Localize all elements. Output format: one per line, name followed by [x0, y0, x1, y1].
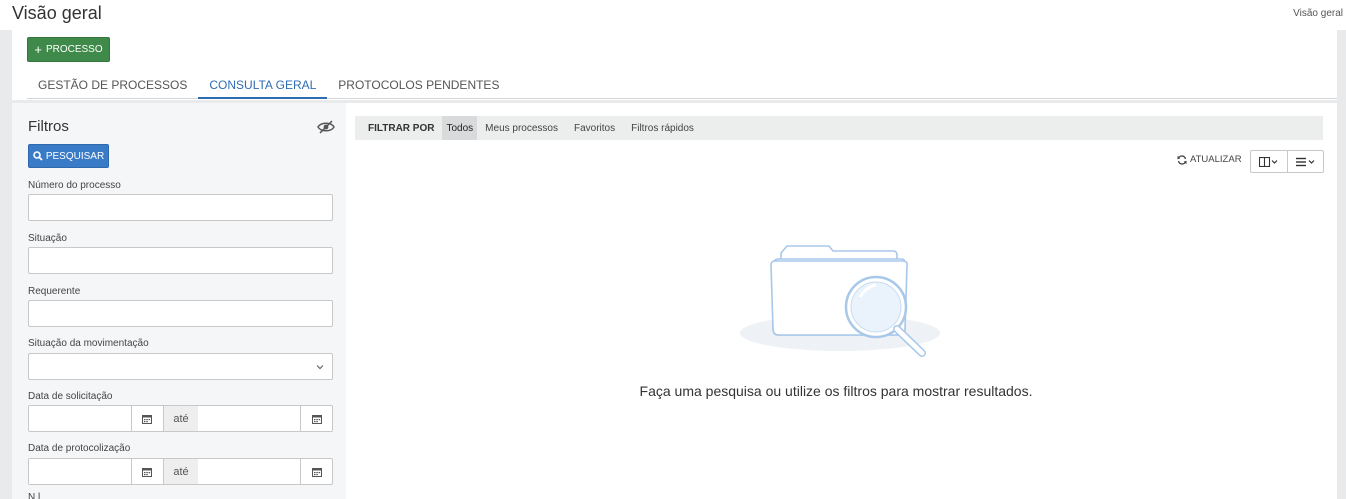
new-process-label: PROCESSO [45, 44, 103, 55]
list-icon [1295, 157, 1314, 166]
tab-bar: GESTÃO DE PROCESSOS CONSULTA GERAL PROTO… [27, 72, 1337, 99]
request-date-range: até [28, 405, 333, 432]
movement-situation-select[interactable] [28, 353, 333, 380]
filter-filtros-rapidos[interactable]: Filtros rápidos [623, 116, 702, 140]
main-card: Filtros PESQUISAR Número do processo Sit… [12, 103, 1337, 499]
calendar-icon[interactable] [300, 406, 332, 431]
situation-input[interactable] [28, 247, 333, 274]
applicant-input[interactable] [28, 300, 333, 327]
plus-icon: + [34, 42, 42, 57]
date-range-separator: até [162, 459, 199, 484]
page-title: Visão geral [12, 3, 102, 23]
tab-gestao-de-processos[interactable]: GESTÃO DE PROCESSOS [27, 72, 198, 99]
filter-todos[interactable]: Todos [442, 116, 478, 140]
calendar-icon[interactable] [131, 459, 163, 484]
chevron-down-icon [316, 365, 324, 370]
process-number-input[interactable] [28, 194, 333, 221]
request-date-label: Data de solicitação [28, 391, 113, 402]
empty-state-message: Faça uma pesquisa ou utilize os filtros … [639, 383, 1033, 399]
eye-slash-icon[interactable] [317, 120, 335, 134]
request-date-from-input[interactable] [29, 406, 131, 431]
applicant-label: Requerente [28, 286, 81, 297]
filter-by-bar: FILTRAR POR Todos Meus processos Favorit… [355, 116, 1323, 140]
protocol-date-to-input[interactable] [198, 459, 301, 484]
columns-toggle-button[interactable] [1251, 151, 1287, 172]
date-range-separator: até [162, 406, 199, 431]
protocol-date-label: Data de protocolização [28, 443, 131, 454]
tab-consulta-geral[interactable]: CONSULTA GERAL [198, 72, 328, 99]
next-filter-label: N l [28, 492, 41, 499]
search-button[interactable]: PESQUISAR [28, 144, 109, 168]
filters-panel: Filtros PESQUISAR Número do processo Sit… [12, 103, 346, 499]
protocol-date-range: até [28, 458, 333, 485]
view-options [1250, 150, 1324, 173]
movement-situation-label: Situação da movimentação [28, 338, 149, 349]
request-date-to-input[interactable] [198, 406, 301, 431]
tab-protocolos-pendentes[interactable]: PROTOCOLOS PENDENTES [327, 72, 510, 99]
new-process-button[interactable]: + PROCESSO [27, 37, 110, 62]
search-icon [33, 151, 43, 161]
protocol-date-from-input[interactable] [29, 459, 131, 484]
refresh-icon [1177, 154, 1187, 165]
top-bar: Visão geral Visão geral [0, 0, 1346, 30]
breadcrumb[interactable]: Visão geral [1293, 8, 1343, 19]
header-card: + PROCESSO GESTÃO DE PROCESSOS CONSULTA … [12, 30, 1337, 100]
calendar-icon[interactable] [131, 406, 163, 431]
filters-title: Filtros [28, 118, 69, 135]
columns-icon [1259, 156, 1278, 167]
filter-by-label: FILTRAR POR [368, 122, 435, 134]
calendar-icon[interactable] [300, 459, 332, 484]
filter-meus-processos[interactable]: Meus processos [477, 116, 566, 140]
situation-label: Situação [28, 233, 67, 244]
list-options-button[interactable] [1287, 151, 1323, 172]
filter-favoritos[interactable]: Favoritos [566, 116, 623, 140]
folder-search-icon [740, 245, 940, 357]
refresh-label: ATUALIZAR [1190, 154, 1242, 165]
refresh-button[interactable]: ATUALIZAR [1177, 154, 1242, 165]
search-button-label: PESQUISAR [45, 150, 105, 162]
process-number-label: Número do processo [28, 180, 121, 191]
